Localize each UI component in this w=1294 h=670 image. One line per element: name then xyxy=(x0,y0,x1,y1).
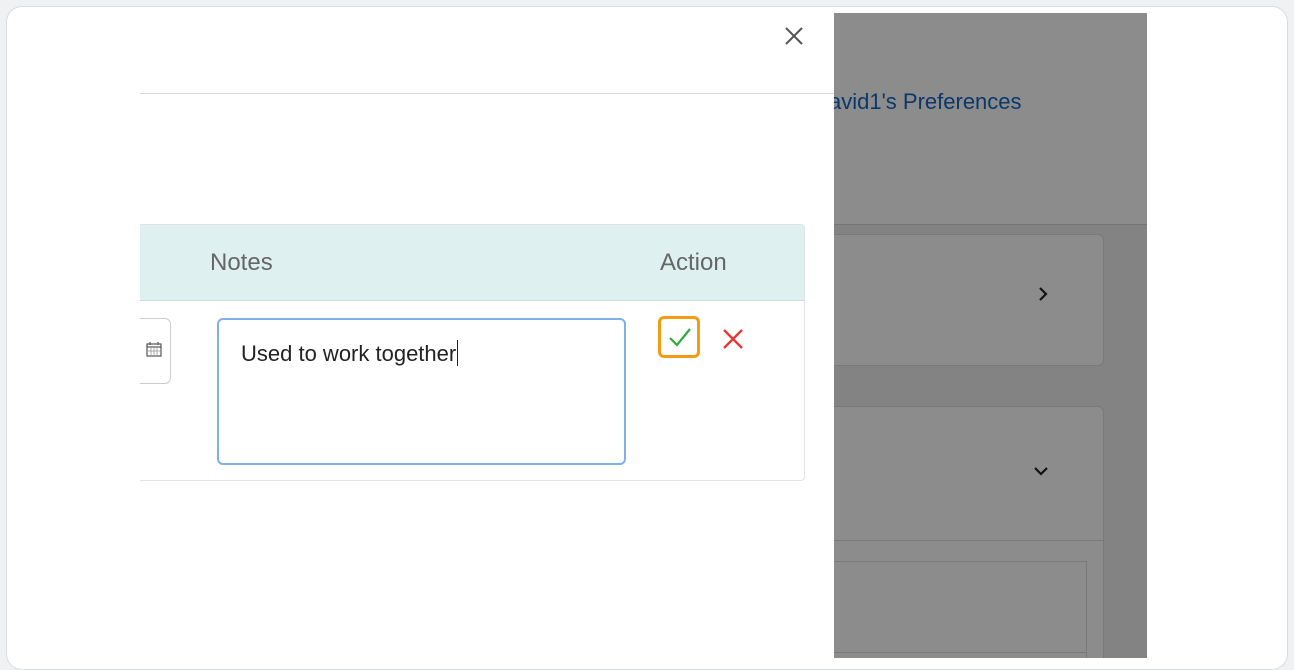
check-icon xyxy=(669,328,691,347)
modal-header-divider xyxy=(140,93,834,94)
text-cursor xyxy=(457,340,459,366)
cancel-note-button[interactable] xyxy=(721,327,745,351)
modal-dialog: Notes Action Used to work together xyxy=(140,13,834,658)
calendar-icon[interactable] xyxy=(146,341,162,357)
modal-overlay[interactable] xyxy=(834,13,1147,658)
date-field[interactable] xyxy=(140,318,171,384)
column-header-notes: Notes xyxy=(210,249,273,276)
table-header: Notes Action xyxy=(140,225,804,301)
column-header-action: Action xyxy=(660,249,727,276)
notes-text: Used to work together xyxy=(241,341,457,366)
background-page: avid1's Preferences xyxy=(834,13,1147,658)
save-note-button[interactable] xyxy=(658,316,700,358)
close-icon xyxy=(723,329,743,349)
close-icon[interactable] xyxy=(783,23,805,53)
notes-textarea[interactable]: Used to work together xyxy=(217,318,626,465)
